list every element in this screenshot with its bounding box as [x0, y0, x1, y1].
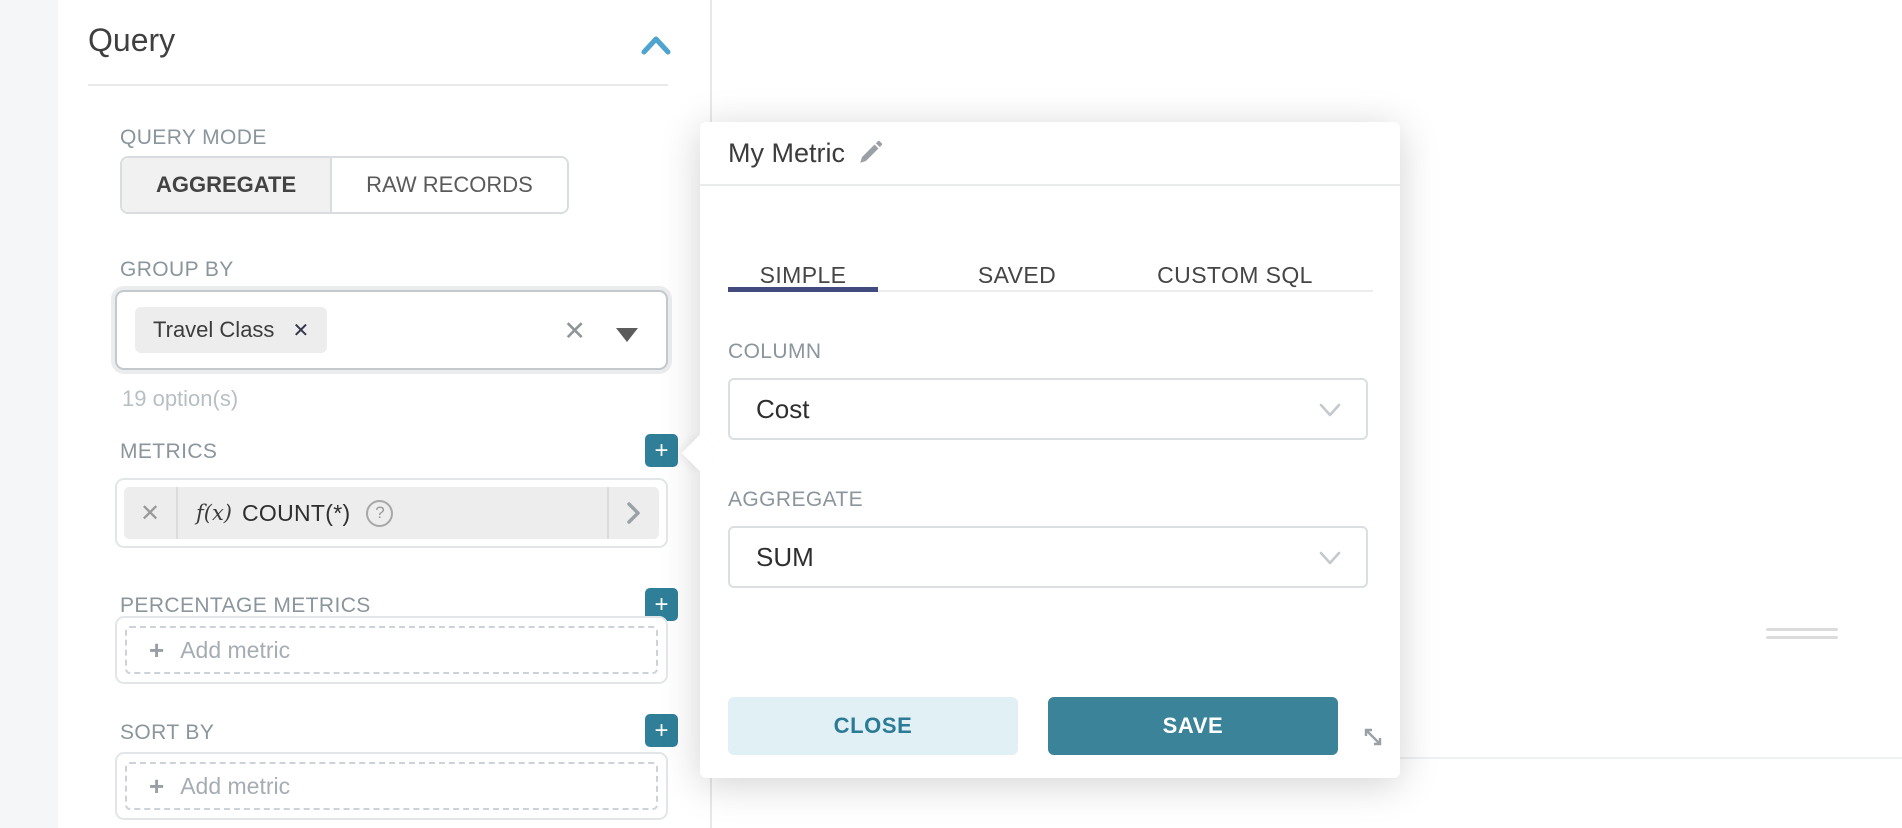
query-mode-raw-records-button[interactable]: RAW RECORDS — [332, 158, 567, 212]
percentage-metrics-drop-area: + Add metric — [115, 616, 668, 684]
add-sort-metric-button[interactable]: + — [645, 714, 678, 747]
metric-pill-label: COUNT(*) — [242, 500, 350, 527]
aggregate-label: AGGREGATE — [728, 488, 863, 512]
sort-by-add-zone[interactable]: + Add metric — [125, 762, 658, 810]
active-tab-indicator — [728, 287, 878, 292]
metric-edit-popover: My Metric SIMPLE SAVED CUSTOM SQL COLUMN… — [700, 122, 1400, 778]
collapse-chevron-up-icon[interactable] — [641, 34, 671, 56]
chevron-down-icon — [1318, 402, 1342, 418]
add-metric-placeholder: Add metric — [180, 637, 290, 664]
tag-remove-icon[interactable]: ✕ — [292, 318, 309, 343]
edit-pencil-icon[interactable] — [857, 140, 883, 166]
metric-remove-icon[interactable]: ✕ — [124, 499, 176, 528]
query-mode-toggle: AGGREGATE RAW RECORDS — [120, 156, 569, 214]
percentage-metrics-add-zone[interactable]: + Add metric — [125, 626, 658, 674]
chevron-down-icon — [1318, 550, 1342, 566]
chevron-right-icon[interactable] — [609, 501, 659, 525]
query-mode-aggregate-button[interactable]: AGGREGATE — [122, 158, 332, 212]
aggregate-select-value: SUM — [756, 542, 814, 573]
metrics-label: METRICS — [120, 440, 217, 464]
percentage-metrics-label: PERCENTAGE METRICS — [120, 594, 371, 618]
function-icon: f(x) — [196, 501, 232, 525]
group-by-label: GROUP BY — [120, 258, 234, 282]
title-divider — [88, 84, 668, 86]
save-button[interactable]: SAVE — [1048, 697, 1338, 755]
popover-header: My Metric — [700, 122, 1400, 184]
group-by-options-count: 19 option(s) — [122, 386, 238, 412]
close-button[interactable]: CLOSE — [728, 697, 1018, 755]
add-metric-button[interactable]: + — [645, 434, 678, 467]
query-mode-label: QUERY MODE — [120, 126, 267, 150]
resize-drag-handle[interactable] — [1766, 636, 1838, 639]
metric-pill-right — [607, 487, 659, 539]
caret-down-icon[interactable] — [616, 328, 638, 342]
plus-icon: + — [149, 771, 164, 802]
group-by-select[interactable]: Travel Class ✕ ✕ — [115, 290, 668, 370]
resize-drag-handle[interactable] — [1766, 628, 1838, 631]
popover-resize-icon[interactable] — [1358, 722, 1388, 752]
popover-header-divider — [700, 184, 1400, 186]
clear-all-icon[interactable]: ✕ — [563, 316, 586, 347]
column-select-value: Cost — [756, 394, 809, 425]
group-by-tag-label: Travel Class — [153, 317, 274, 343]
add-metric-placeholder: Add metric — [180, 773, 290, 800]
popover-arrow — [682, 435, 719, 472]
sort-by-label: SORT BY — [120, 721, 214, 745]
left-rail — [0, 0, 58, 828]
explore-screen: Query QUERY MODE AGGREGATE RAW RECORDS G… — [0, 0, 1902, 828]
metric-pill-count[interactable]: ✕ f(x) COUNT(*) ? — [124, 487, 659, 539]
pill-separator — [176, 487, 178, 539]
column-select[interactable]: Cost — [728, 378, 1368, 440]
help-icon: ? — [366, 500, 393, 527]
query-section-title: Query — [88, 22, 175, 59]
column-label: COLUMN — [728, 340, 821, 364]
group-by-tag: Travel Class ✕ — [135, 307, 327, 353]
sort-by-drop-area: + Add metric — [115, 752, 668, 820]
aggregate-select[interactable]: SUM — [728, 526, 1368, 588]
plus-icon: + — [149, 635, 164, 666]
popover-title: My Metric — [728, 138, 845, 169]
metrics-drop-area: ✕ f(x) COUNT(*) ? — [115, 478, 668, 548]
